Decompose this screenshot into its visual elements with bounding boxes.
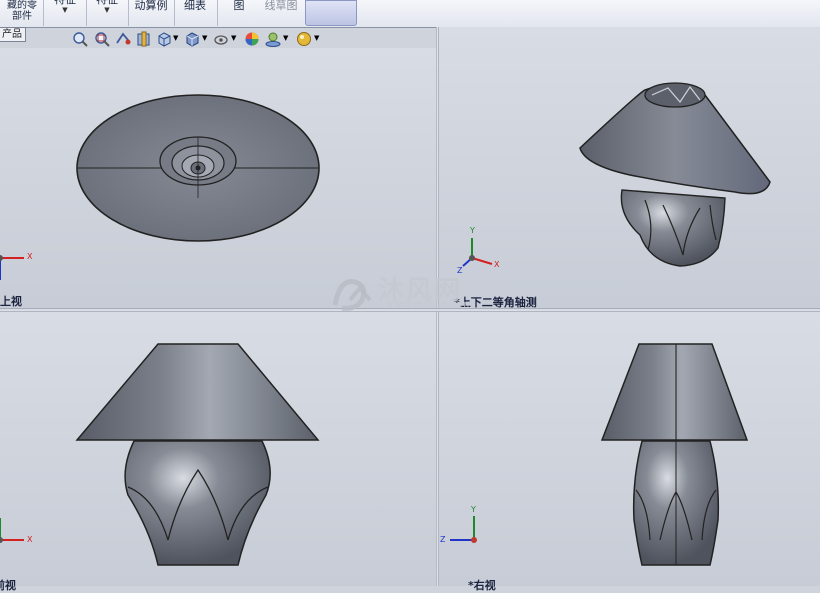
viewport-top-label: 上视 <box>0 295 22 308</box>
coordinate-triad-right <box>450 516 477 543</box>
axis-y-label: Y <box>470 226 475 235</box>
axis-z-label: Z <box>440 535 446 544</box>
front-view-lamp-model <box>75 343 320 566</box>
viewport-front-label: 前视 <box>0 579 16 592</box>
watermark-logo-icon <box>332 279 372 311</box>
axis-x-label: X <box>27 252 33 261</box>
axis-x-label: X <box>27 535 33 544</box>
coordinate-triad-isometric <box>462 238 493 267</box>
axis-y-label: Y <box>471 505 476 514</box>
right-view-lamp-model <box>600 343 749 566</box>
axis-x-label: X <box>494 260 500 269</box>
top-view-lamp-model <box>76 94 320 242</box>
watermark-url: www.mfcad.com <box>386 300 474 310</box>
isometric-lamp-model <box>579 82 771 267</box>
watermark: 沐风网 www.mfcad.com <box>330 270 500 315</box>
viewport-right-label: *右视 <box>468 579 496 592</box>
coordinate-triad-front <box>0 518 24 543</box>
coordinate-triad-top <box>0 255 24 280</box>
